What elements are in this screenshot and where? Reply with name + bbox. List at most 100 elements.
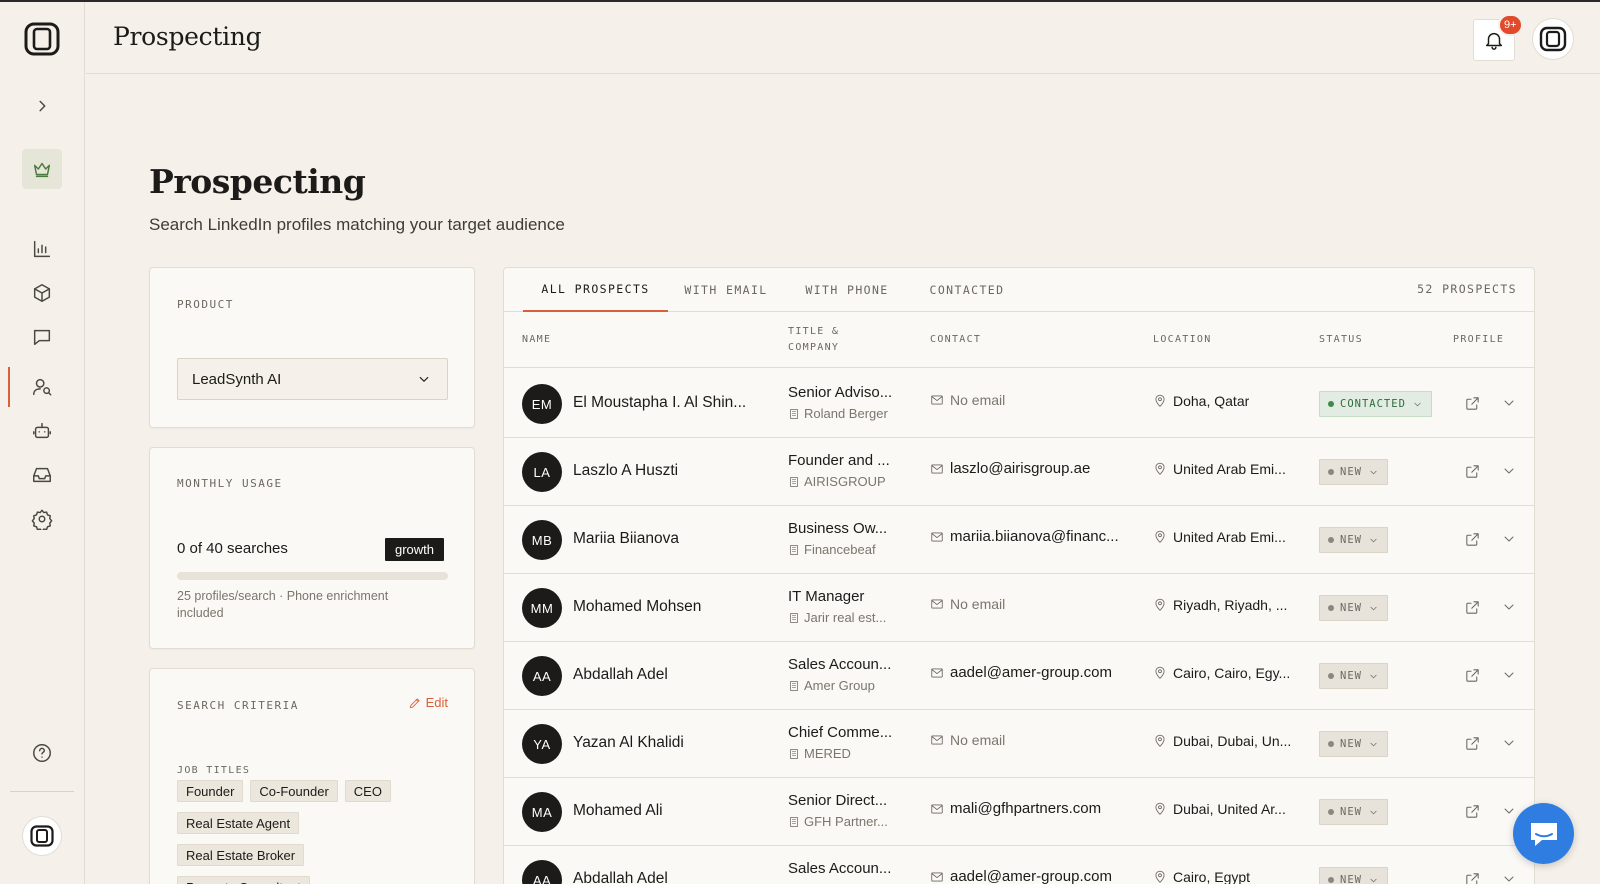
- chevron-down-icon: [1370, 878, 1377, 882]
- building-icon: [790, 544, 798, 555]
- prospect-email[interactable]: mariia.biianova@financ...: [930, 528, 1130, 545]
- prospect-email[interactable]: aadel@amer-group.com: [930, 664, 1130, 681]
- expand-row-button[interactable]: [1499, 869, 1519, 884]
- help-button[interactable]: [28, 739, 56, 767]
- mail-icon: [931, 803, 943, 814]
- prospect-email[interactable]: aadel@amer-group.com: [930, 868, 1130, 884]
- bar-chart-icon: [33, 240, 51, 258]
- prospect-location: Cairo, Egypt: [1153, 869, 1293, 884]
- sidebar-item-messages[interactable]: [28, 323, 56, 351]
- table-row[interactable]: MM Mohamed Mohsen IT Manager Jarir real est…: [504, 573, 1534, 642]
- tab-with-phone[interactable]: WITH PHONE: [797, 268, 897, 312]
- table-header: NAME TITLE & COMPANY CONTACT LOCATION ST…: [504, 312, 1534, 368]
- prospect-email[interactable]: mali@gfhpartners.com: [930, 800, 1130, 817]
- status-dropdown[interactable]: NEW: [1319, 527, 1388, 553]
- sidebar-item-analytics[interactable]: [28, 235, 56, 263]
- prospect-location: Dubai, Dubai, Un...: [1153, 733, 1293, 749]
- location-pin-icon: [1155, 394, 1165, 407]
- chevron-down-icon: [1504, 672, 1514, 678]
- external-link-icon: [1465, 804, 1479, 818]
- expand-row-button[interactable]: [1499, 461, 1519, 481]
- chat-widget-button[interactable]: [1513, 803, 1574, 864]
- sidebar-item-agents[interactable]: [28, 417, 56, 445]
- building-icon: [790, 612, 798, 623]
- prospect-avatar: MB: [522, 520, 562, 560]
- product-select[interactable]: LeadSynth AI: [177, 358, 448, 400]
- prospect-company: Jarir real est...: [788, 610, 906, 625]
- table-row[interactable]: AA Abdallah Adel Sales Accoun... aadel@amer…: [504, 845, 1534, 884]
- table-row[interactable]: AA Abdallah Adel Sales Accoun... Amer Group…: [504, 641, 1534, 710]
- table-row[interactable]: YA Yazan Al Khalidi Chief Comme... MERED No …: [504, 709, 1534, 778]
- edit-criteria-link[interactable]: Edit: [408, 695, 448, 710]
- tab-with-email[interactable]: WITH EMAIL: [676, 268, 776, 312]
- open-profile-button[interactable]: [1462, 801, 1482, 821]
- tab-contacted[interactable]: CONTACTED: [917, 268, 1017, 312]
- prospect-location: United Arab Emi...: [1153, 461, 1293, 477]
- sidebar-item-inbox[interactable]: [28, 461, 56, 489]
- open-profile-button[interactable]: [1462, 461, 1482, 481]
- job-title-chip: Co-Founder: [250, 780, 338, 802]
- open-profile-button[interactable]: [1462, 393, 1482, 413]
- workspace-avatar[interactable]: [22, 816, 62, 856]
- status-dropdown[interactable]: NEW: [1319, 459, 1388, 485]
- expand-row-button[interactable]: [1499, 597, 1519, 617]
- pencil-icon: [409, 697, 420, 708]
- prospect-name: Abdallah Adel: [573, 666, 668, 683]
- status-dropdown[interactable]: NEW: [1319, 799, 1388, 825]
- chevron-down-icon: [1370, 470, 1377, 474]
- logo-icon: [30, 825, 54, 847]
- mail-icon: [931, 871, 943, 882]
- table-row[interactable]: EM El Moustapha I. Al Shin... Senior Advis…: [504, 369, 1534, 438]
- status-dropdown[interactable]: NEW: [1319, 867, 1388, 884]
- prospect-location-text: Cairo, Cairo, Egy...: [1173, 665, 1291, 681]
- user-avatar[interactable]: [1532, 18, 1574, 60]
- open-profile-button[interactable]: [1462, 597, 1482, 617]
- prospect-email[interactable]: laszlo@airisgroup.ae: [930, 460, 1130, 477]
- status-dropdown[interactable]: NEW: [1319, 731, 1388, 757]
- chevron-down-icon: [1414, 402, 1421, 406]
- logo-icon[interactable]: [24, 22, 60, 56]
- status-dot: [1328, 877, 1334, 883]
- product-card: PRODUCT LeadSynth AI: [149, 267, 475, 428]
- status-dropdown[interactable]: NEW: [1319, 595, 1388, 621]
- expand-row-button[interactable]: [1499, 733, 1519, 753]
- open-profile-button[interactable]: [1462, 665, 1482, 685]
- building-icon: [790, 748, 798, 759]
- mail-icon: [931, 599, 943, 609]
- building-icon: [790, 816, 798, 827]
- sidebar-item-prospecting[interactable]: [28, 373, 56, 401]
- chevron-down-icon: [1370, 810, 1377, 814]
- location-pin-icon: [1155, 666, 1165, 679]
- prospect-company-text: GFH Partner...: [804, 814, 888, 829]
- prospect-email-text: No email: [950, 392, 1006, 408]
- expand-sidebar-button[interactable]: [30, 94, 54, 118]
- prospect-location-text: Dubai, Dubai, Un...: [1173, 733, 1292, 749]
- prospect-title: Founder and ...: [788, 452, 890, 469]
- top-bar: Prospecting 9+: [86, 2, 1600, 74]
- sidebar-item-upgrade[interactable]: [22, 149, 62, 189]
- open-profile-button[interactable]: [1462, 733, 1482, 753]
- expand-row-button[interactable]: [1499, 529, 1519, 549]
- open-profile-button[interactable]: [1462, 869, 1482, 884]
- location-pin-icon: [1155, 462, 1165, 475]
- sidebar-item-settings[interactable]: [28, 505, 56, 533]
- job-title-chip: CEO: [344, 780, 391, 802]
- expand-row-button[interactable]: [1499, 665, 1519, 685]
- prospect-title: IT Manager: [788, 588, 865, 605]
- prospect-email-text: aadel@amer-group.com: [950, 868, 1112, 884]
- open-profile-button[interactable]: [1462, 529, 1482, 549]
- external-link-icon: [1465, 872, 1479, 884]
- usage-card: MONTHLY USAGE 0 of 40 searches growth 25…: [149, 447, 475, 649]
- expand-row-button[interactable]: [1499, 393, 1519, 413]
- prospect-email-text: laszlo@airisgroup.ae: [950, 460, 1091, 477]
- table-row[interactable]: LA Laszlo A Huszti Founder and ... AIRISGRO…: [504, 437, 1534, 506]
- status-dropdown[interactable]: NEW: [1319, 663, 1388, 689]
- prospect-email: No email: [930, 596, 1130, 612]
- sidebar-item-products[interactable]: [28, 279, 56, 307]
- table-row[interactable]: MB Mariia Biianova Business Ow... Financebe…: [504, 505, 1534, 574]
- chevron-down-icon: [1504, 400, 1514, 406]
- table-row[interactable]: MA Mohamed Ali Senior Direct... GFH Partner…: [504, 777, 1534, 846]
- status-dropdown[interactable]: CONTACTED: [1319, 391, 1432, 417]
- tab-all-prospects[interactable]: ALL PROSPECTS: [523, 268, 668, 312]
- column-status: STATUS: [1319, 334, 1363, 345]
